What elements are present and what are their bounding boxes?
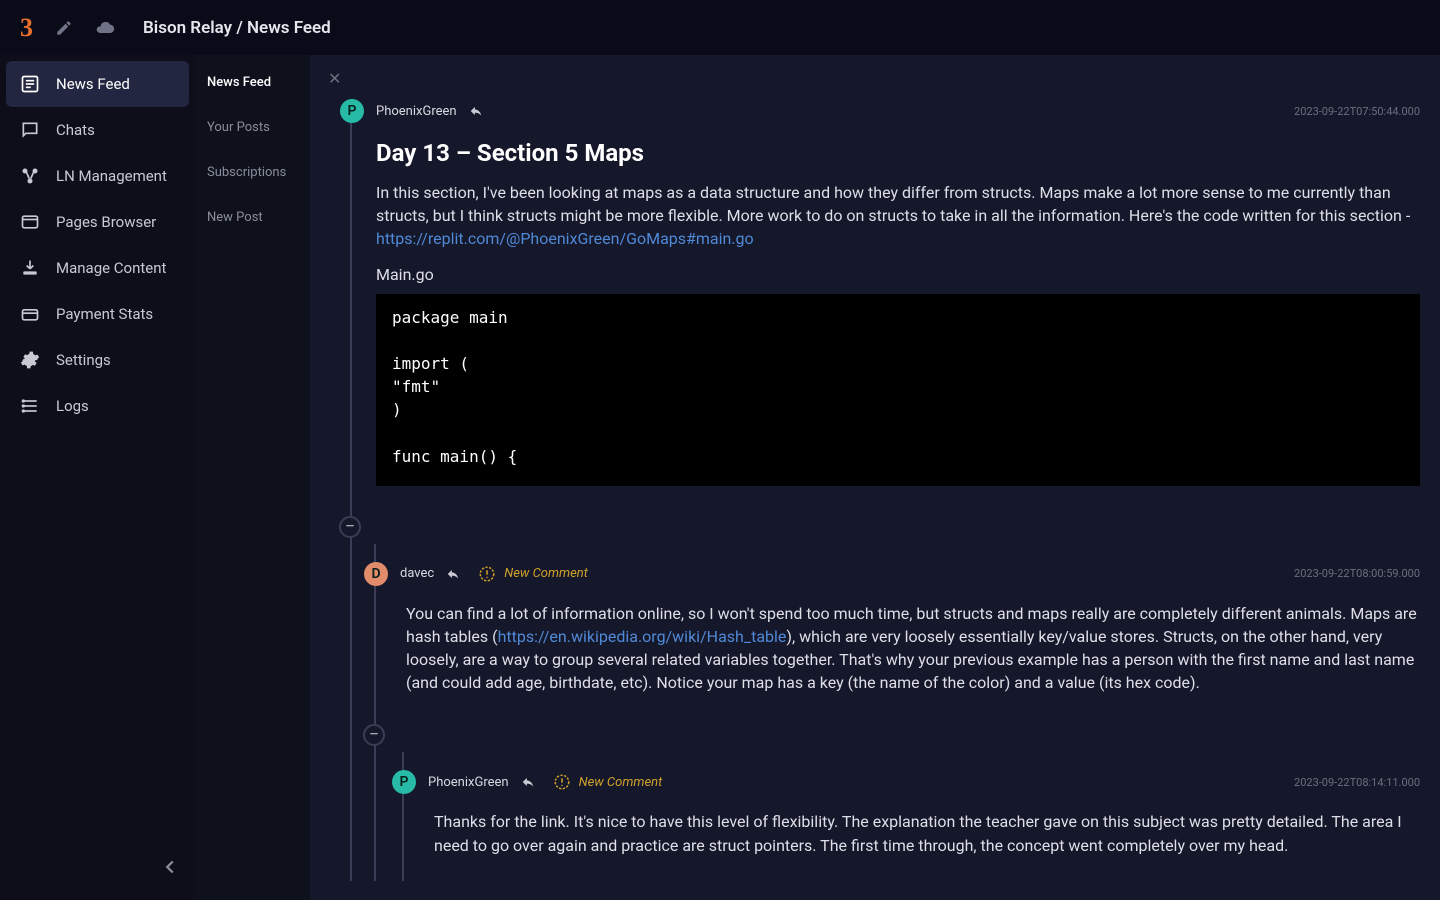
cloud-icon[interactable] xyxy=(95,18,115,38)
sidebar-item-logs[interactable]: Logs xyxy=(6,383,189,429)
subnav-item-news-feed[interactable]: News Feed xyxy=(207,75,298,90)
post-header: P PhoenixGreen 2023-09-22T07:50:44.000 xyxy=(340,99,1420,123)
post-author: PhoenixGreen xyxy=(376,104,457,119)
sidebar-item-label: Chats xyxy=(56,121,95,139)
sidebar-item-payment-stats[interactable]: Payment Stats xyxy=(6,291,189,337)
comment-header: P PhoenixGreen New Comment 2023-09-22T08… xyxy=(392,770,1420,794)
new-comment-badge: New Comment xyxy=(478,565,588,583)
close-icon[interactable]: ✕ xyxy=(328,69,341,88)
post-body: In this section, I've been looking at ma… xyxy=(376,181,1420,251)
comment-body: Thanks for the link. It's nice to have t… xyxy=(434,810,1420,856)
reply-icon[interactable] xyxy=(521,775,535,789)
new-comment-label: New Comment xyxy=(504,566,588,581)
reply-icon[interactable] xyxy=(446,567,460,581)
post-body-text: In this section, I've been looking at ma… xyxy=(376,183,1410,225)
thread-collapse-button[interactable]: − xyxy=(339,516,361,538)
sidebar-collapse-button[interactable] xyxy=(159,856,181,882)
content-area: ✕ P PhoenixGreen 2023-09-22T07:50:44.000… xyxy=(310,55,1440,900)
post-timeline: P PhoenixGreen 2023-09-22T07:50:44.000 D… xyxy=(350,99,1440,881)
comment-thread: D davec New Comment 2023-09-22T08:00:59.… xyxy=(374,544,1440,881)
sidebar-item-label: LN Management xyxy=(56,167,167,185)
sidebar-item-label: Manage Content xyxy=(56,259,166,277)
app-logo: 3 xyxy=(20,13,33,43)
sidebar-item-news-feed[interactable]: News Feed xyxy=(6,61,189,107)
sidebar-item-label: News Feed xyxy=(56,75,130,93)
new-comment-badge: New Comment xyxy=(553,773,663,791)
post-title: Day 13 – Section 5 Maps xyxy=(376,139,1420,167)
post-timestamp: 2023-09-22T07:50:44.000 xyxy=(1294,105,1420,118)
secondary-subnav: News Feed Your Posts Subscriptions New P… xyxy=(195,55,310,900)
comment-header: D davec New Comment 2023-09-22T08:00:59.… xyxy=(364,562,1420,586)
compose-icon[interactable] xyxy=(55,19,73,37)
sidebar-item-label: Payment Stats xyxy=(56,305,153,323)
sidebar-item-label: Logs xyxy=(56,397,89,415)
new-comment-label: New Comment xyxy=(579,775,663,790)
comment-timestamp: 2023-09-22T08:14:11.000 xyxy=(1294,776,1420,789)
comment-author: davec xyxy=(400,566,434,581)
comment: P PhoenixGreen New Comment 2023-09-22T08… xyxy=(404,770,1440,880)
avatar: P xyxy=(340,99,364,123)
comment-body-link[interactable]: https://en.wikipedia.org/wiki/Hash_table xyxy=(498,627,787,646)
post: P PhoenixGreen 2023-09-22T07:50:44.000 D… xyxy=(352,99,1440,510)
sidebar-item-label: Settings xyxy=(56,351,111,369)
sidebar-item-pages-browser[interactable]: Pages Browser xyxy=(6,199,189,245)
comment: D davec New Comment 2023-09-22T08:00:59.… xyxy=(376,562,1440,719)
subnav-item-your-posts[interactable]: Your Posts xyxy=(207,120,298,135)
sidebar-item-ln-management[interactable]: LN Management xyxy=(6,153,189,199)
sidebar-item-settings[interactable]: Settings xyxy=(6,337,189,383)
reply-icon[interactable] xyxy=(469,104,483,118)
code-file-label: Main.go xyxy=(376,265,1420,284)
sidebar-item-label: Pages Browser xyxy=(56,213,156,231)
sidebar-item-manage-content[interactable]: Manage Content xyxy=(6,245,189,291)
comment-timestamp: 2023-09-22T08:00:59.000 xyxy=(1294,567,1420,580)
comment-thread-nested: P PhoenixGreen New Comment 2023-09-22T08… xyxy=(402,752,1440,880)
comment-body: You can find a lot of information online… xyxy=(406,602,1420,695)
sidebar-item-chats[interactable]: Chats xyxy=(6,107,189,153)
subnav-item-subscriptions[interactable]: Subscriptions xyxy=(207,165,298,180)
post-body-link[interactable]: https://replit.com/@PhoenixGreen/GoMaps#… xyxy=(376,229,754,248)
thread-collapse-button[interactable]: − xyxy=(363,724,385,746)
comment-author: PhoenixGreen xyxy=(428,775,509,790)
subnav-item-new-post[interactable]: New Post xyxy=(207,210,298,225)
primary-sidebar: News Feed Chats LN Management Pages Brow… xyxy=(0,55,195,900)
app-header: 3 Bison Relay / News Feed xyxy=(0,0,1440,55)
page-title: Bison Relay / News Feed xyxy=(143,18,331,38)
code-block: package main import ( "fmt" ) func main(… xyxy=(376,294,1420,486)
avatar: P xyxy=(392,770,416,794)
avatar: D xyxy=(364,562,388,586)
